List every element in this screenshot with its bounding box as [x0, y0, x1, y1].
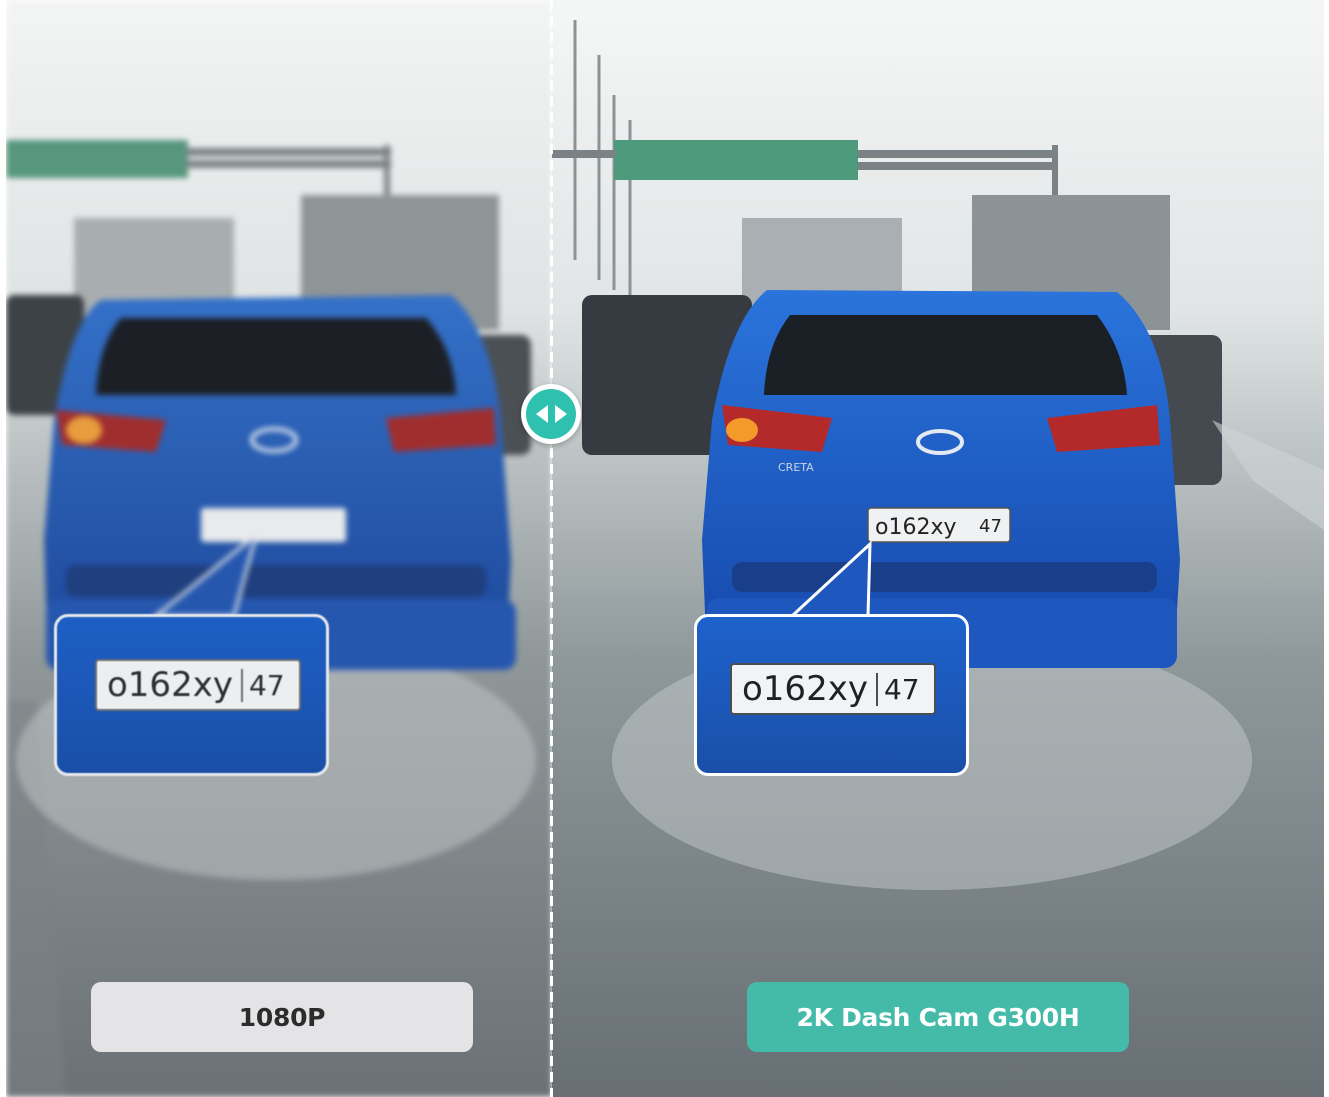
- license-plate-1080p: о162ху 47: [95, 659, 301, 711]
- comparison-stage: о162ху 47 CRETA о162ху 47 о162ху 47 1080…: [0, 0, 1329, 1097]
- zoom-inset-1080p: о162ху 47: [54, 614, 329, 776]
- plate-region-2k: 47: [875, 672, 920, 706]
- plate-region-2k-car: 47: [979, 516, 1002, 537]
- zoom-inset-2k: о162ху 47: [694, 614, 969, 776]
- plate-number-2k: о162ху: [742, 669, 868, 709]
- plate-region-1080p: 47: [240, 668, 285, 702]
- label-2k-dash-cam: 2K Dash Cam G300H: [747, 982, 1129, 1052]
- road-scene-1080p: [6, 0, 552, 1097]
- label-1080p: 1080P: [91, 982, 473, 1052]
- right-image-2k: CRETA о162ху 47 о162ху 47: [552, 0, 1324, 1097]
- arrow-right-icon: [554, 405, 567, 423]
- license-plate-2k: о162ху 47: [730, 663, 936, 715]
- comparison-divider-line[interactable]: [550, 0, 553, 1097]
- comparison-slider-handle[interactable]: [521, 384, 581, 444]
- compare-arrows-icon: [526, 389, 576, 439]
- road-scene-2k: CRETA о162ху 47: [552, 0, 1324, 1097]
- arrow-left-icon: [535, 405, 548, 423]
- plate-number-1080p: о162ху: [107, 665, 233, 705]
- plate-number-2k-car: о162ху: [875, 515, 957, 540]
- left-image-1080p: о162ху 47: [6, 0, 552, 1097]
- car-model-badge: CRETA: [778, 461, 814, 474]
